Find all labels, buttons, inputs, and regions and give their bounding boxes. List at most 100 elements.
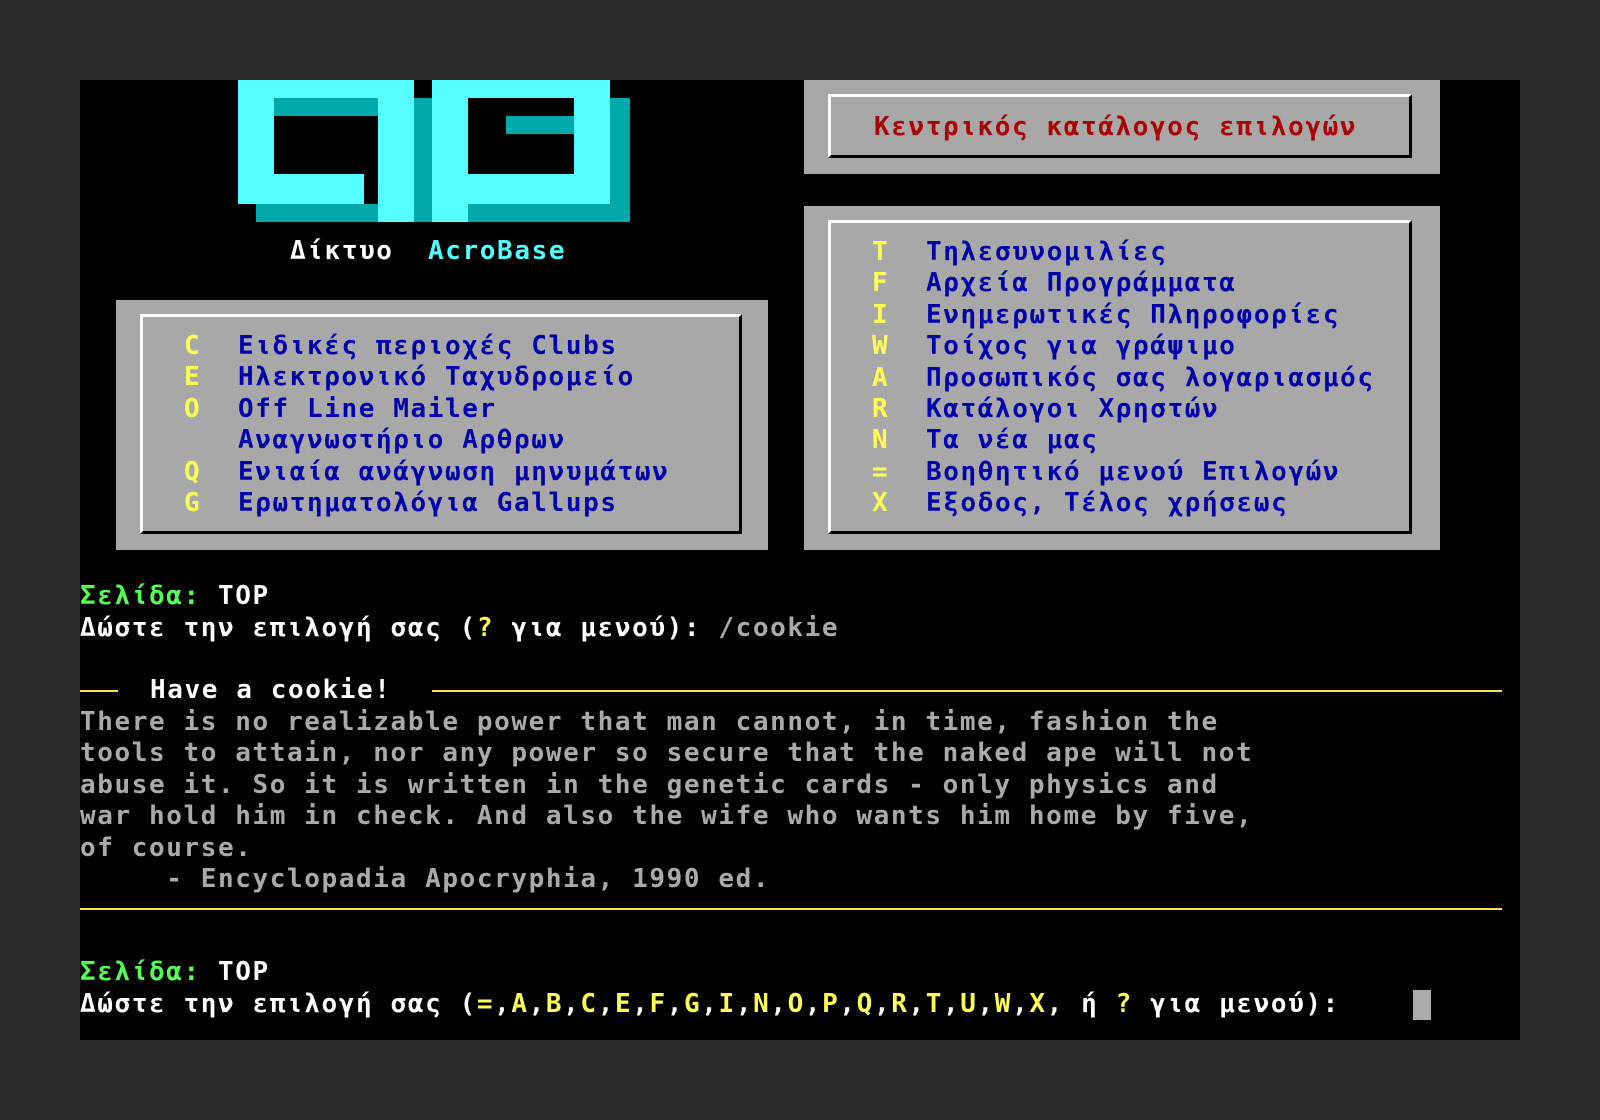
page-indicator: Σελίδα: TOP [80, 581, 270, 611]
cookie-line: war hold him in check. And also the wife… [80, 801, 1254, 832]
cookie-title: Have a cookie! [150, 675, 392, 705]
key-separator: , [528, 989, 546, 1019]
menu-label: Ηλεκτρονικό Ταχυδρομείο [238, 362, 635, 393]
menu-item-help[interactable]: = Βοηθητικό μενού Επιλογών [872, 456, 1340, 488]
key-separator: , [735, 989, 754, 1019]
menu-hotkey: I [872, 299, 890, 330]
menu-label: Ειδικές περιοχές Clubs [238, 331, 618, 361]
valid-key: P [822, 989, 840, 1019]
logo-caption: Δίκτυο AcroBase [290, 235, 566, 267]
menu-item-q[interactable]: Q Ενιαία ανάγνωση μηνυμάτων [184, 456, 669, 488]
cookie-line: abuse it. So it is written in the geneti… [80, 769, 1219, 800]
menu-hotkey: N [872, 425, 890, 456]
key-separator: , [839, 989, 857, 1019]
valid-key: E [614, 989, 633, 1019]
terminal-screen: Δίκτυο AcroBase Κεντρικός κατάλογος επιλ… [80, 80, 1520, 1040]
key-separator: , [908, 989, 926, 1019]
menu-hotkey: R [872, 394, 890, 424]
valid-key: W [994, 989, 1013, 1019]
valid-key: I [718, 989, 736, 1019]
menu-item-f[interactable]: F Αρχεία Προγράμματα [872, 267, 1237, 299]
valid-key: G [684, 989, 702, 1019]
text-cursor [1413, 990, 1431, 1020]
cookie-line: of course. [80, 832, 253, 863]
menu-hotkey: W [872, 331, 890, 362]
brand-name: AcroBase [428, 236, 567, 266]
cookie-rule-left [80, 690, 118, 692]
help-key: ? [1115, 989, 1133, 1019]
menu-hotkey: G [184, 488, 202, 518]
command-prompt-2[interactable]: Δώστε την επιλογή σας (=,A,B,C,E,F,G,I,N… [80, 988, 1357, 1020]
menu-label: Βοηθητικό μενού Επιλογών [926, 456, 1341, 487]
prompt-prefix: Δώστε την επιλογή σας ( [80, 989, 477, 1019]
menu-item-t[interactable]: T Τηλεσυνομιλίες [872, 236, 1168, 268]
key-separator: , [977, 989, 995, 1019]
menu-item-reading-room[interactable]: Αναγνωστήριο Αρθρων [184, 424, 566, 456]
menu-hotkey: T [872, 237, 890, 267]
prompt-or: , ή [1046, 989, 1116, 1019]
main-title: Κεντρικός κατάλογος επιλογών [874, 112, 1358, 142]
menu-item-r[interactable]: R Κατάλογοι Χρηστών [872, 393, 1219, 425]
acrobase-logo-icon [238, 80, 630, 222]
menu-label: Αναγνωστήριο Αρθρων [238, 425, 566, 456]
menu-label: Τα νέα μας [926, 425, 1099, 456]
valid-key: U [960, 989, 978, 1019]
menu-item-e[interactable]: E Ηλεκτρονικό Ταχυδρομείο [184, 361, 635, 393]
key-separator: , [563, 989, 581, 1019]
menu-label: Εξοδος, Τέλος χρήσεως [926, 488, 1289, 519]
menu-label: Κατάλογοι Χρηστών [926, 394, 1220, 424]
typed-command: /cookie [718, 613, 840, 643]
menu-hotkey: C [184, 331, 202, 361]
valid-key: O [787, 989, 805, 1019]
cookie-rule-right [432, 690, 1502, 692]
key-separator: , [943, 989, 961, 1019]
network-word: Δίκτυο [290, 236, 394, 266]
menu-label: Ενιαία ανάγνωση μηνυμάτων [238, 456, 670, 487]
command-prompt: Δώστε την επιλογή σας (? για μενού): /co… [80, 613, 840, 643]
menu-label: Τοίχος για γράψιμο [926, 331, 1237, 362]
key-separator: , [632, 989, 650, 1019]
right-menu-panel: T Τηλεσυνομιλίες F Αρχεία Προγράμματα I Ενημε… [804, 206, 1440, 550]
key-separator: , [666, 989, 685, 1019]
key-separator: , [804, 989, 823, 1019]
valid-key: X [1029, 989, 1047, 1019]
valid-key: F [649, 989, 667, 1019]
menu-item-c[interactable]: C Ειδικές περιοχές Clubs [184, 330, 618, 362]
left-menu-panel: C Ειδικές περιοχές Clubs E Ηλεκτρονικό Ταχυ… [116, 300, 768, 550]
menu-label: Ενημερωτικές Πληροφορίες [926, 299, 1341, 330]
menu-label: Ερωτηματολόγια Gallups [238, 488, 618, 518]
cookie-line: tools to attain, nor any power so secure… [80, 738, 1254, 769]
menu-item-o[interactable]: O Off Line Mailer [184, 393, 497, 425]
cookie-rule-bottom [80, 908, 1502, 910]
menu-label: Προσωπικός σας λογαριασμός [926, 362, 1375, 393]
menu-hotkey: A [872, 362, 890, 393]
valid-key: B [545, 989, 564, 1019]
menu-hotkey: Q [184, 456, 202, 487]
menu-hotkey: X [872, 488, 890, 519]
menu-label: Off Line Mailer [238, 393, 497, 424]
menu-item-n[interactable]: N Τα νέα μας [872, 424, 1099, 456]
valid-key: T [925, 989, 943, 1019]
key-separator: , [1012, 989, 1030, 1019]
valid-key: Q [856, 989, 874, 1019]
menu-label: Αρχεία Προγράμματα [926, 268, 1237, 299]
prompt-suffix: για μενού): [1132, 989, 1358, 1019]
valid-key: N [753, 989, 771, 1019]
menu-item-w[interactable]: W Τοίχος για γράψιμο [872, 330, 1237, 362]
menu-hotkey: E [184, 362, 202, 393]
menu-item-i[interactable]: I Ενημερωτικές Πληροφορίες [872, 299, 1340, 331]
menu-item-g[interactable]: G Ερωτηματολόγια Gallups [184, 487, 618, 519]
menu-hotkey: F [872, 268, 890, 299]
menu-hotkey: = [872, 456, 890, 487]
menu-item-x[interactable]: X Εξοδος, Τέλος χρήσεως [872, 487, 1288, 519]
menu-hotkey: O [184, 393, 202, 424]
cookie-line: There is no realizable power that man ca… [80, 707, 1219, 737]
key-separator: , [873, 989, 892, 1019]
valid-key: = [476, 989, 495, 1019]
menu-label: Τηλεσυνομιλίες [926, 237, 1168, 267]
menu-item-a[interactable]: A Προσωπικός σας λογαριασμός [872, 362, 1375, 394]
valid-key: C [580, 989, 598, 1019]
key-separator: , [770, 989, 788, 1019]
key-separator: , [494, 989, 512, 1019]
cookie-line: - Encyclopadia Apocryphia, 1990 ed. [80, 864, 771, 894]
